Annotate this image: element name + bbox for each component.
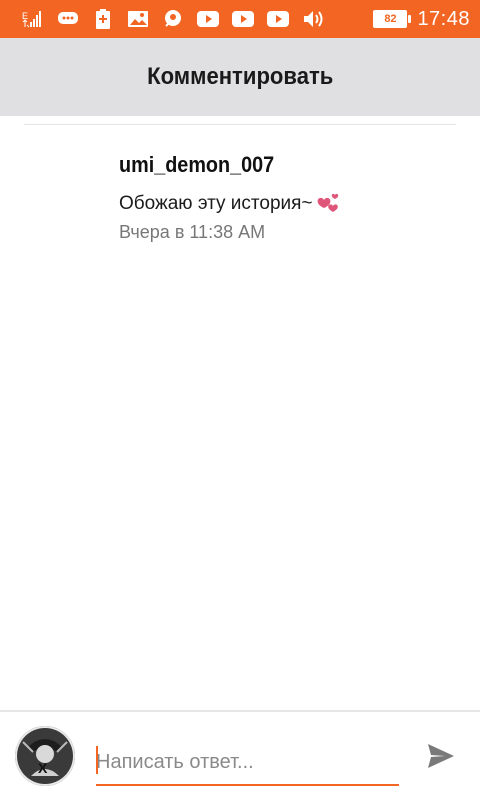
avatar[interactable]: X <box>15 726 75 786</box>
signal-icon: E <box>22 9 44 29</box>
divider <box>24 124 456 125</box>
comments-list: umi_demon_007 Обожаю эту история~ Вчера … <box>0 116 480 710</box>
svg-text:X: X <box>38 760 48 776</box>
status-time: 17:48 <box>417 7 470 30</box>
status-bar: E 82 17:48 <box>0 0 480 38</box>
status-bar-notifications: E <box>22 9 324 29</box>
reply-input[interactable] <box>96 740 399 786</box>
youtube-icon <box>267 9 289 29</box>
send-icon <box>428 744 454 768</box>
gallery-icon <box>127 9 149 29</box>
send-button[interactable] <box>426 742 456 770</box>
page-title: Комментировать <box>146 63 334 90</box>
reply-bar: X <box>0 710 480 800</box>
status-bar-system: 82 17:48 <box>373 8 470 31</box>
comment-username[interactable]: umi_demon_007 <box>119 152 318 178</box>
youtube-icon <box>197 9 219 29</box>
map-pin-icon <box>162 9 184 29</box>
comment-item: umi_demon_007 Обожаю эту история~ Вчера … <box>119 152 341 243</box>
text-cursor <box>96 746 98 774</box>
chat-icon <box>57 9 79 29</box>
battery-plus-icon <box>92 9 114 29</box>
comment-text-row: Обожаю эту история~ <box>119 192 341 216</box>
app-header: Комментировать <box>0 38 480 116</box>
battery-icon: 82 <box>373 10 412 28</box>
comment-text: Обожаю эту история~ <box>119 193 313 214</box>
youtube-icon <box>232 9 254 29</box>
comment-timestamp: Вчера в 11:38 AM <box>119 222 266 242</box>
hearts-emoji-icon <box>315 192 341 216</box>
volume-icon <box>302 9 324 29</box>
